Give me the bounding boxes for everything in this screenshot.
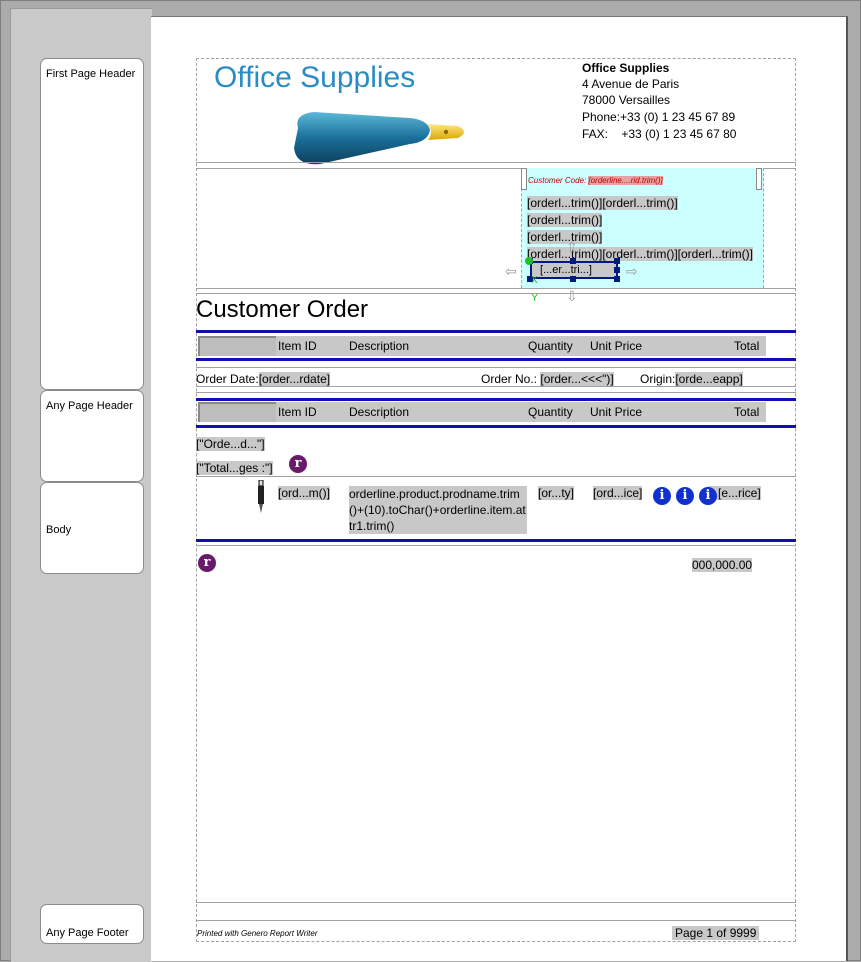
company-fax: FAX: +33 (0) 1 23 45 67 80 — [582, 127, 736, 141]
column-quantity[interactable]: Quantity — [528, 339, 573, 353]
arrow-down-icon[interactable]: ⇩ — [566, 289, 578, 303]
body-item-id-field[interactable]: [ord...m()] — [278, 486, 331, 500]
company-phone: Phone:+33 (0) 1 23 45 67 89 — [582, 110, 736, 124]
column-description[interactable]: Description — [349, 339, 409, 353]
section-label: Any Page Header — [46, 400, 133, 412]
order-group-field[interactable]: ["Orde...d..."] — [196, 437, 265, 451]
company-address-line2: 78000 Versailles — [582, 93, 671, 107]
column-quantity-2[interactable]: Quantity — [528, 405, 573, 419]
company-name: Office Supplies — [582, 61, 670, 75]
section-tab-any-page-footer[interactable]: Any Page Footer — [40, 904, 144, 944]
column-item-id[interactable]: Item ID — [278, 339, 317, 353]
customer-line-4[interactable]: [orderl...trim()][orderl...trim()][order… — [527, 247, 754, 261]
anchor-point[interactable] — [525, 257, 533, 265]
order-number-value: [order...<<<")] — [540, 372, 614, 386]
report-title[interactable]: Customer Order — [196, 296, 368, 324]
order-date-row[interactable]: Order Date:[order...rdate] — [196, 372, 331, 386]
selected-field-text: [...er...tri...] — [540, 264, 592, 276]
customer-code-label: Customer Code: — [528, 176, 587, 185]
fountain-pen-icon — [294, 112, 464, 165]
sum-total-field[interactable]: 000,000.00 — [692, 558, 753, 572]
box-left-marker — [521, 168, 527, 190]
column-total[interactable]: Total — [734, 339, 759, 353]
order-number-row[interactable]: Order No.: [order...<<<")] — [481, 372, 614, 386]
order-number-label: Order No.: — [481, 372, 538, 386]
printed-with-text[interactable]: Printed with Genero Report Writer — [197, 929, 318, 938]
column-header-image-cell — [198, 336, 276, 356]
company-logo-text: Office Supplies — [214, 61, 415, 95]
fax-value: +33 (0) 1 23 45 67 80 — [621, 127, 737, 141]
arrow-right-icon[interactable]: ⇨ — [626, 264, 638, 278]
customer-line-1[interactable]: [orderl...trim()][orderl...trim()] — [527, 196, 678, 210]
page-number-field[interactable]: Page 1 of 9999 — [672, 926, 760, 940]
section-tab-any-page-header[interactable]: Any Page Header — [40, 390, 144, 482]
customer-line-3[interactable]: [orderl...trim()] — [527, 230, 603, 244]
rtl-marker-icon[interactable]: r — [289, 455, 307, 473]
section-label: First Page Header — [46, 68, 136, 80]
info-icon[interactable]: i — [699, 487, 717, 505]
resize-handle-br[interactable] — [614, 276, 620, 282]
section-tab-first-page-header[interactable]: First Page Header — [40, 58, 144, 390]
column-unit-price-2[interactable]: Unit Price — [590, 405, 642, 419]
resize-handle-bm[interactable] — [570, 276, 576, 282]
body-quantity-field[interactable]: [or...ty] — [538, 486, 575, 500]
total-pages-field[interactable]: ["Total...ges :"] — [196, 461, 273, 475]
section-tab-body[interactable]: Body — [40, 482, 144, 574]
column-header-image-cell-2 — [198, 402, 276, 422]
resize-handle-tm[interactable] — [570, 258, 576, 264]
origin-value: [orde...eapp] — [675, 372, 743, 386]
section-label: Any Page Footer — [46, 927, 129, 939]
order-date-value: [order...rdate] — [258, 372, 331, 386]
column-description-2[interactable]: Description — [349, 405, 409, 419]
column-unit-price[interactable]: Unit Price — [590, 339, 642, 353]
resize-handle-tr[interactable] — [614, 258, 620, 264]
fax-label: FAX: — [582, 127, 609, 141]
body-unit-price-field[interactable]: [ord...ice] — [593, 486, 643, 500]
pen-image-icon[interactable] — [257, 480, 265, 514]
section-label: Body — [46, 524, 72, 536]
box-right-marker — [756, 168, 762, 190]
info-icon[interactable]: i — [676, 487, 694, 505]
arrow-up-icon[interactable]: ⇧ — [566, 240, 578, 254]
customer-code-value: [orderline....rid.trim()] — [588, 176, 663, 185]
logo-word-supplies: Supplies — [300, 61, 416, 94]
company-address-line1: 4 Avenue de Paris — [582, 77, 680, 91]
origin-row[interactable]: Origin:[orde...eapp] — [640, 372, 743, 386]
body-description-field[interactable]: orderline.product.prodname.trim()+(10).t… — [349, 486, 527, 534]
origin-label: Origin: — [640, 372, 676, 386]
customer-line-2[interactable]: [orderl...trim()] — [527, 213, 603, 227]
column-total-2[interactable]: Total — [734, 405, 759, 419]
customer-code[interactable]: Customer Code: [orderline....rid.trim()] — [528, 176, 663, 185]
x-axis-label: X — [531, 275, 538, 286]
resize-handle-mr[interactable] — [614, 267, 620, 273]
arrow-left-icon[interactable]: ⇦ — [505, 264, 517, 278]
order-date-label: Order Date: — [196, 372, 259, 386]
column-item-id-2[interactable]: Item ID — [278, 405, 317, 419]
rtl-marker-icon[interactable]: r — [198, 554, 216, 572]
logo-word-office: Office — [214, 61, 292, 94]
info-icon[interactable]: i — [653, 487, 671, 505]
